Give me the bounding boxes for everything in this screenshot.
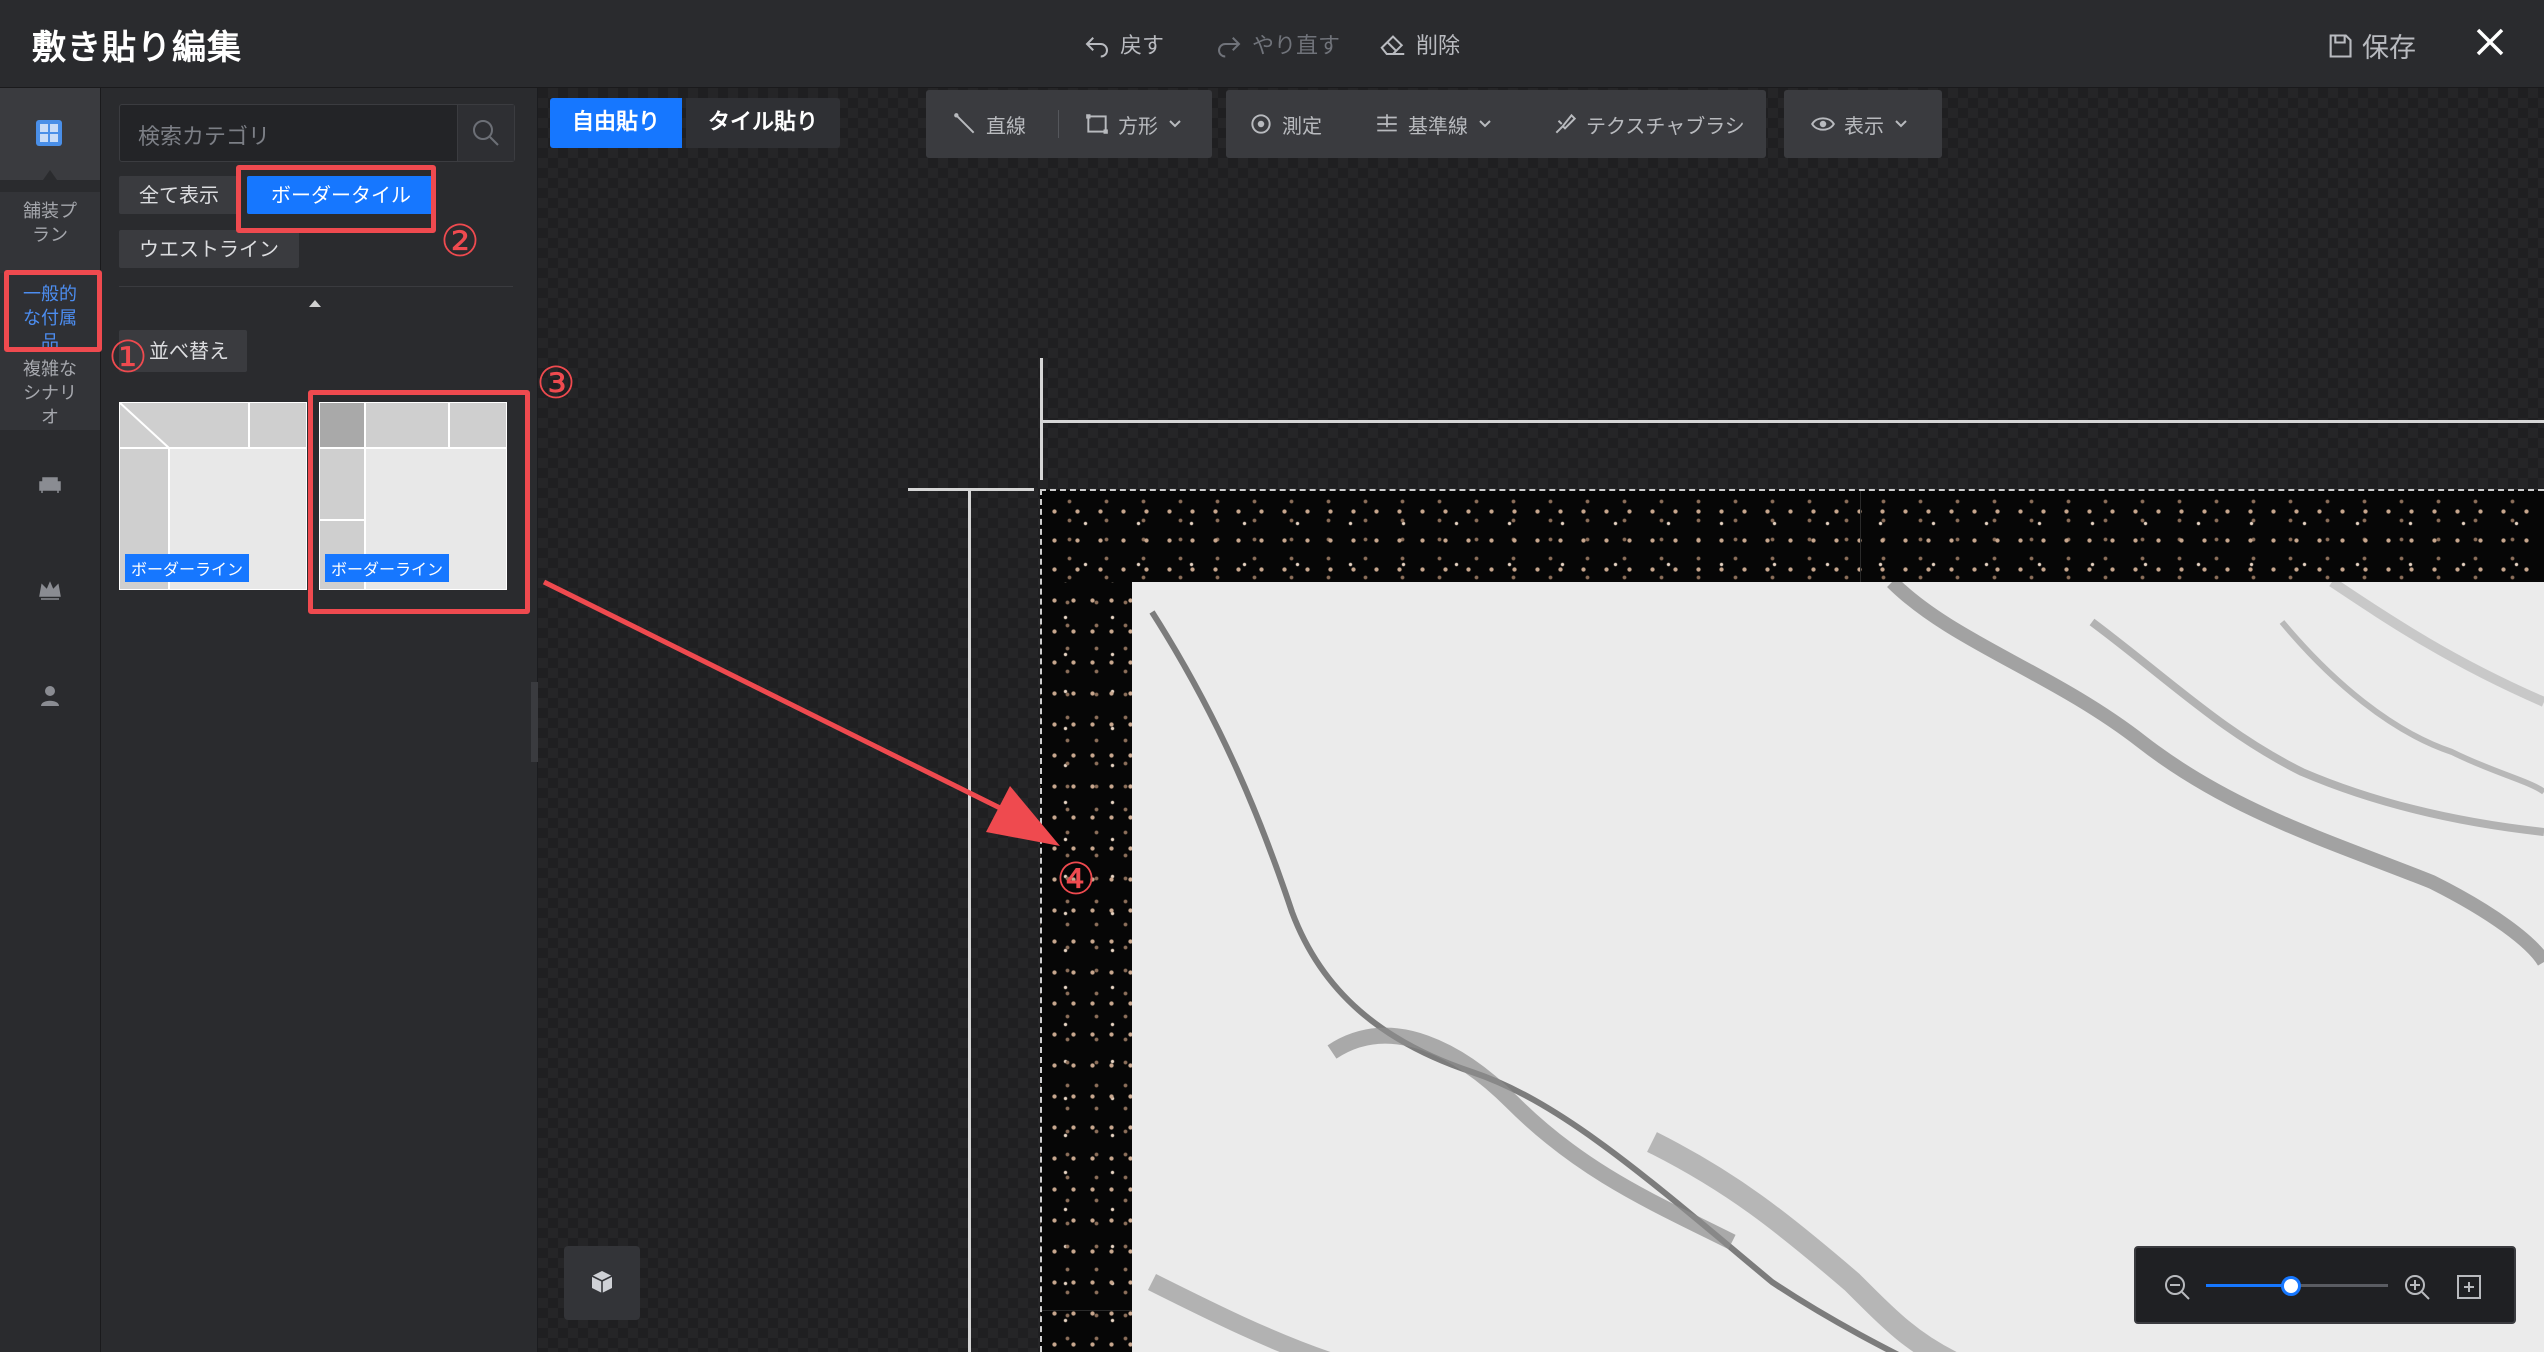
annotation-arrow bbox=[542, 579, 1060, 846]
tile-editor-app: 敷き貼り編集 戻す やり直す 削除 保存 舗装プラン 一般的な付属品 複雑なシナ… bbox=[0, 0, 2544, 1352]
